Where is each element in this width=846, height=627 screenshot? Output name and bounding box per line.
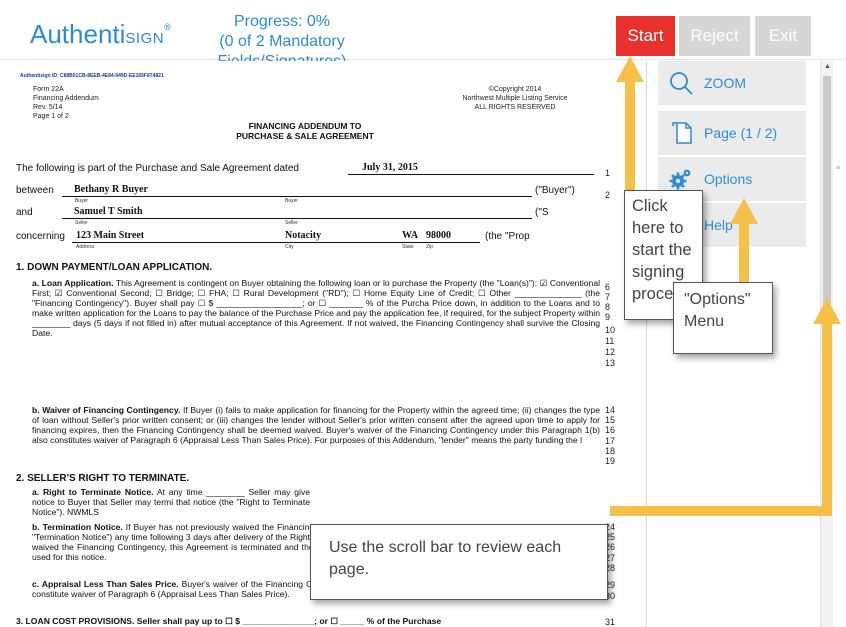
buyer-name-value: Bethany R Buyer	[74, 184, 148, 195]
options-hint-callout: "Options" Menu	[673, 282, 773, 354]
paragraph-2a: a. Right to Terminate Notice. At any tim…	[32, 487, 310, 517]
section-3-partial: 3. LOAN COST PROVISIONS. Seller shall pa…	[16, 616, 442, 626]
progress-percent: Progress: 0%	[233, 13, 331, 30]
paragraph-1a: a. Loan Application. This Agreement is c…	[32, 278, 600, 338]
state-value: WA	[402, 230, 419, 241]
form-info: Form 22A Financing Addendum Rev. 5/14 Pa…	[33, 86, 99, 120]
exit-button[interactable]: Exit	[755, 16, 811, 56]
magnifier-icon	[670, 72, 693, 95]
seller-name-value: Samuel T Smith	[74, 206, 143, 217]
section-1-heading: 1. DOWN PAYMENT/LOAN APPLICATION.	[16, 262, 213, 273]
address-value: 123 Main Street	[76, 230, 145, 241]
agreement-date-value: July 31, 2015	[362, 162, 418, 173]
page-button[interactable]: Page (1 / 2)	[658, 111, 806, 155]
authentisign-signing-window: AuthentiSIGN® Progress: 0% (0 of 2 Manda…	[0, 0, 846, 627]
concerning-label: concerning	[16, 231, 65, 242]
city-value: Notacity	[285, 230, 322, 241]
document-id-line: Authentisign ID: C88B01CB-8EEB-4E84-949D…	[20, 73, 164, 79]
edge-marker-icon: ≡	[836, 165, 841, 172]
copyright-block: ©Copyright 2014 Northwest Multiple Listi…	[462, 86, 568, 111]
gears-icon	[669, 169, 691, 190]
and-label: and	[16, 207, 33, 218]
authentisign-logo: AuthentiSIGN®	[30, 19, 171, 49]
zoom-button[interactable]: ZOOM	[658, 61, 806, 105]
zip-value: 98000	[426, 230, 451, 241]
section-2-heading: 2. SELLER'S RIGHT TO TERMINATE.	[16, 473, 190, 484]
property-tag: (the "Prop	[485, 231, 530, 242]
page-icon	[672, 122, 692, 144]
between-label: between	[16, 185, 54, 196]
start-button[interactable]: Start	[616, 16, 675, 56]
scroll-hint-callout: Use the scroll bar to review each page.	[310, 524, 608, 600]
top-header-bar: AuthentiSIGN® Progress: 0% (0 of 2 Manda…	[0, 0, 846, 70]
reject-button[interactable]: Reject	[679, 16, 750, 56]
paragraph-1b: b. Waiver of Financing Contingency. If B…	[32, 405, 600, 445]
seller-tag: ("S	[535, 207, 549, 218]
vertical-scrollbar[interactable]: ▲	[820, 61, 833, 627]
document-title: FINANCING ADDENDUM TO PURCHASE & SALE AG…	[236, 121, 374, 141]
buyer-tag: ("Buyer")	[535, 185, 575, 196]
intro-text: The following is part of the Purchase an…	[16, 163, 299, 174]
scroll-up-arrow-icon[interactable]: ▲	[824, 63, 831, 70]
scroll-thumb[interactable]	[823, 76, 831, 326]
